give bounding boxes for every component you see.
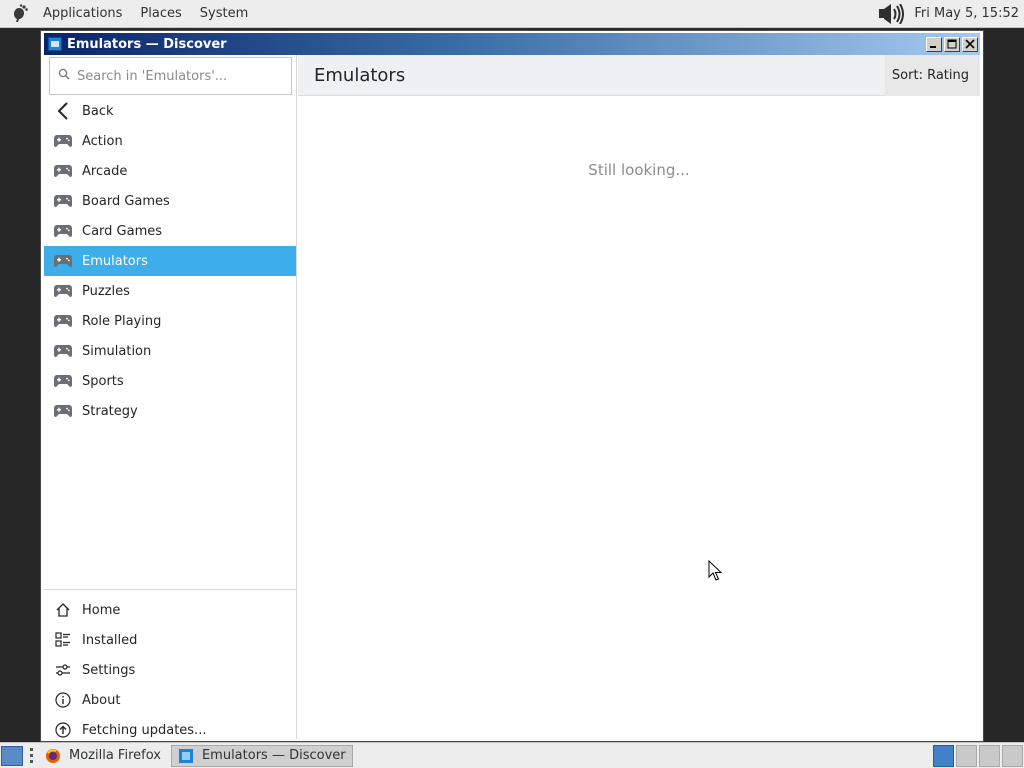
gamepad-icon [53, 343, 73, 359]
gamepad-icon [53, 373, 73, 389]
gamepad-icon [53, 163, 73, 179]
clock[interactable]: Fri May 5, 15:52 [914, 6, 1019, 21]
sidebar-item-action[interactable]: Action [44, 126, 296, 156]
window-title: Emulators — Discover [67, 36, 227, 52]
update-arrow-icon [53, 722, 73, 738]
sidebar-item-settings[interactable]: Settings [44, 655, 296, 685]
mouse-cursor-icon [708, 559, 723, 586]
page-title: Emulators [314, 64, 406, 86]
gamepad-icon [53, 253, 73, 269]
sidebar-item-strategy[interactable]: Strategy [44, 396, 296, 426]
sidebar-item-label: Simulation [82, 343, 152, 359]
sidebar-item-label: Action [82, 133, 123, 149]
task-label: Mozilla Firefox [69, 748, 161, 763]
workspace-3[interactable] [979, 744, 1000, 767]
volume-icon[interactable] [878, 3, 908, 24]
settings-sliders-icon [53, 662, 73, 678]
sidebar-item-simulation[interactable]: Simulation [44, 336, 296, 366]
search-icon [58, 68, 70, 84]
desktop-background-right [984, 28, 1024, 742]
workspace-2[interactable] [956, 744, 977, 767]
task-firefox[interactable]: Mozilla Firefox [39, 745, 167, 767]
home-icon [53, 602, 73, 618]
back-arrow-icon [53, 102, 73, 120]
maximize-button[interactable] [944, 36, 960, 52]
discover-app-icon [48, 37, 62, 51]
workspace-4[interactable] [1002, 744, 1023, 767]
workspace-1[interactable] [933, 744, 954, 767]
sidebar-item-label: Arcade [82, 163, 128, 179]
sort-button[interactable]: Sort: Rating [884, 54, 980, 96]
sidebar-item-label: Strategy [82, 403, 138, 419]
sidebar-item-label: About [82, 692, 121, 708]
search-placeholder: Search in 'Emulators'... [77, 68, 228, 84]
gamepad-icon [53, 223, 73, 239]
window-titlebar[interactable]: Emulators — Discover [44, 33, 980, 55]
sidebar-item-installed[interactable]: Installed [44, 625, 296, 655]
category-list: Back Action Arcade Board Games Card Games Em… [44, 96, 296, 426]
taskbar-grip-icon [29, 747, 33, 765]
gamepad-icon [53, 313, 73, 329]
sidebar-item-label: Fetching updates... [82, 722, 207, 738]
sidebar-item-label: Card Games [82, 223, 163, 239]
taskbar: Mozilla Firefox Emulators — Discover [0, 742, 1024, 768]
search-field[interactable]: Search in 'Emulators'... [49, 57, 292, 95]
sidebar-item-board-games[interactable]: Board Games [44, 186, 296, 216]
sidebar-item-label: Sports [82, 373, 124, 389]
sidebar-item-label: Emulators [82, 253, 148, 269]
gamepad-icon [53, 133, 73, 149]
desktop-background [0, 28, 40, 742]
sidebar-item-label: Installed [82, 632, 138, 648]
discover-icon [178, 748, 194, 764]
sidebar-item-label: Home [82, 602, 121, 618]
close-button[interactable] [962, 36, 978, 52]
workspace-switcher [932, 743, 1024, 768]
sidebar-item-updates[interactable]: Fetching updates... [44, 715, 296, 745]
gnome-foot-icon[interactable] [8, 3, 30, 25]
back-label: Back [82, 103, 114, 119]
sidebar-item-label: Settings [82, 662, 136, 678]
gamepad-icon [53, 403, 73, 419]
places-menu[interactable]: Places [131, 0, 190, 28]
back-button[interactable]: Back [44, 96, 296, 126]
installed-list-icon [53, 632, 73, 648]
sidebar-item-label: Role Playing [82, 313, 162, 329]
sidebar-item-sports[interactable]: Sports [44, 366, 296, 396]
task-discover[interactable]: Emulators — Discover [170, 744, 353, 767]
applications-menu[interactable]: Applications [34, 0, 131, 28]
show-desktop-icon[interactable] [1, 745, 23, 766]
loading-status: Still looking... [588, 161, 690, 179]
firefox-icon [45, 748, 61, 764]
sidebar-item-arcade[interactable]: Arcade [44, 156, 296, 186]
gamepad-icon [53, 283, 73, 299]
sidebar-item-label: Board Games [82, 193, 170, 209]
sidebar-item-about[interactable]: About [44, 685, 296, 715]
sidebar-bottom-nav: Home Installed Settings About Fetching u… [44, 589, 296, 745]
sidebar-item-puzzles[interactable]: Puzzles [44, 276, 296, 306]
system-menu[interactable]: System [191, 0, 257, 28]
discover-window: Emulators — Discover Search in 'Emulator… [40, 30, 984, 742]
minimize-button[interactable] [926, 36, 942, 52]
sidebar-item-label: Puzzles [82, 283, 130, 299]
info-icon [53, 692, 73, 708]
sidebar-item-emulators[interactable]: Emulators [44, 246, 296, 276]
sidebar-item-card-games[interactable]: Card Games [44, 216, 296, 246]
main-content: Emulators Sort: Rating Still looking... [298, 54, 980, 739]
main-header: Emulators Sort: Rating [298, 54, 980, 96]
sidebar: Search in 'Emulators'... Back Action Arca… [44, 55, 297, 739]
task-label: Emulators — Discover [201, 748, 346, 763]
sidebar-item-home[interactable]: Home [44, 595, 296, 625]
sidebar-item-role-playing[interactable]: Role Playing [44, 306, 296, 336]
top-panel: Applications Places System Fri May 5, 15… [0, 0, 1024, 28]
gamepad-icon [53, 193, 73, 209]
